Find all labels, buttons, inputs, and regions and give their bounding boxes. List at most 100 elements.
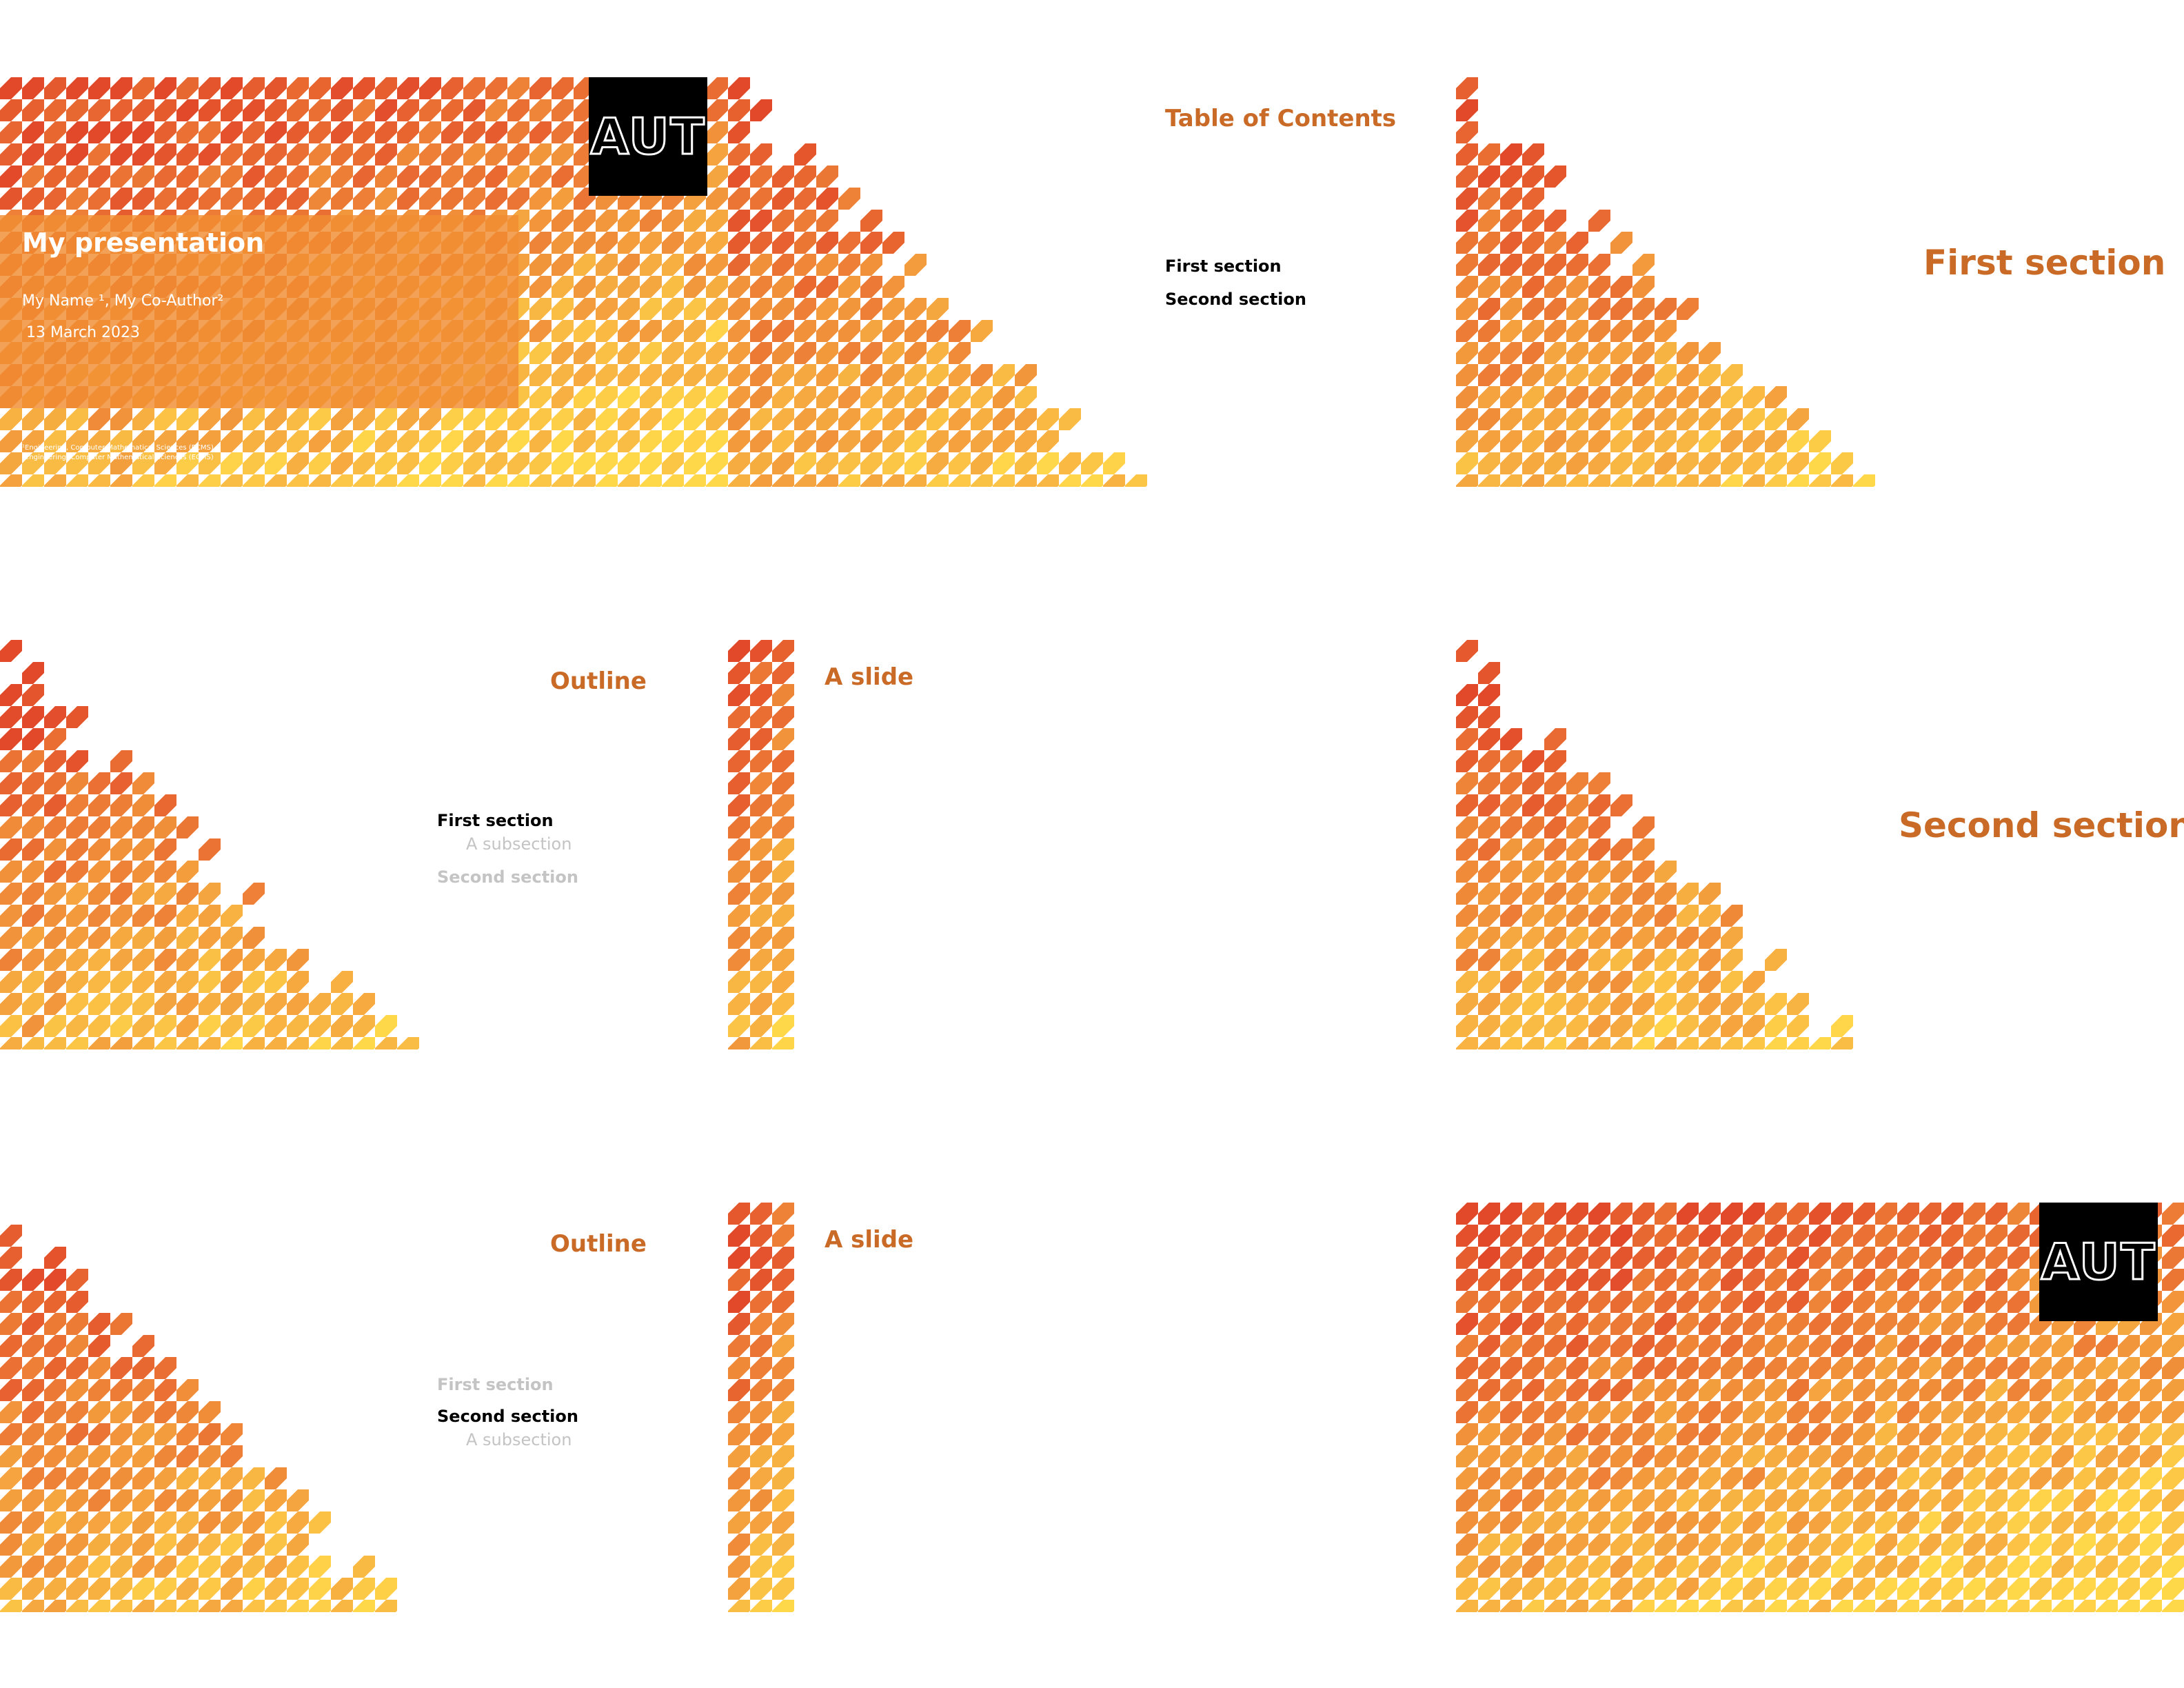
pattern-chevron: [1632, 1445, 1655, 1467]
pattern-chevron: [2074, 1445, 2096, 1467]
pattern-chevron: [199, 1600, 221, 1612]
pattern-chevron: [1500, 905, 1522, 927]
pattern-chevron: [1566, 1556, 1588, 1578]
pattern-chevron: [2030, 1467, 2052, 1489]
pattern-chevron: [1655, 1291, 1677, 1313]
pattern-chevron: [1566, 320, 1588, 342]
pattern-chevron: [0, 408, 22, 430]
pattern-chevron: [1500, 1401, 1522, 1423]
pattern-chevron: [2140, 1556, 2162, 1578]
pattern-chevron: [1588, 1489, 1610, 1511]
pattern-chevron: [1588, 1423, 1610, 1445]
pattern-chevron: [728, 430, 750, 452]
pattern-chevron: [728, 750, 750, 772]
pattern-chevron: [1677, 1511, 1699, 1534]
pattern-chevron: [1522, 1037, 1544, 1049]
pattern-chevron: [66, 474, 88, 487]
pattern-chevron: [110, 1445, 132, 1467]
pattern-chevron: [2030, 1600, 2052, 1612]
pattern-chevron: [1985, 1578, 2008, 1600]
pattern-chevron: [243, 949, 265, 971]
outline-item-first-section[interactable]: First section: [437, 1375, 554, 1394]
pattern-chevron: [1875, 1335, 1897, 1357]
pattern-chevron: [1897, 1534, 1919, 1556]
affiliation-1: ¹Engineering, Computer Mathematical Scie…: [22, 444, 214, 452]
outline-subitem[interactable]: A subsection: [466, 1430, 572, 1449]
pattern-chevron: [2162, 1225, 2184, 1247]
outline-item-second-section[interactable]: Second section: [437, 867, 578, 887]
pattern-chevron: [750, 1225, 772, 1247]
pattern-chevron: [375, 99, 397, 121]
pattern-chevron: [772, 1291, 794, 1313]
outline-subitem[interactable]: A subsection: [466, 834, 572, 854]
pattern-chevron: [1478, 1037, 1500, 1049]
outline-item-second-section[interactable]: Second section: [437, 1407, 578, 1426]
pattern-chevron: [1544, 254, 1566, 276]
pattern-chevron: [1456, 728, 1478, 750]
pattern-chevron: [1765, 1578, 1787, 1600]
pattern-chevron: [728, 1379, 750, 1401]
pattern-chevron: [1610, 838, 1632, 861]
pattern-chevron: [110, 971, 132, 993]
pattern-chevron: [1478, 408, 1500, 430]
pattern-chevron: [265, 993, 287, 1015]
toc-item-first-section[interactable]: First section: [1165, 257, 1282, 276]
pattern-chevron: [132, 993, 154, 1015]
pattern-chevron: [860, 298, 882, 320]
pattern-chevron: [1765, 1203, 1787, 1225]
pattern-chevron: [728, 342, 750, 364]
pattern-chevron: [309, 993, 331, 1015]
pattern-chevron: [2008, 1247, 2030, 1269]
pattern-chevron: [2096, 1445, 2118, 1467]
pattern-chevron: [750, 993, 772, 1015]
pattern-chevron: [772, 1445, 794, 1467]
pattern-chevron: [750, 1203, 772, 1225]
pattern-chevron: [529, 143, 552, 165]
pattern-chevron: [706, 298, 728, 320]
pattern-chevron: [44, 165, 66, 188]
pattern-chevron: [419, 408, 441, 430]
pattern-chevron: [1787, 1578, 1809, 1600]
pattern-chevron: [2030, 1556, 2052, 1578]
pattern-chevron: [794, 165, 816, 188]
pattern-chevron: [199, 838, 221, 861]
pattern-chevron: [662, 386, 684, 408]
pattern-chevron: [1875, 1445, 1897, 1467]
pattern-chevron: [221, 1037, 243, 1049]
pattern-chevron: [44, 1037, 66, 1049]
pattern-chevron: [2030, 1511, 2052, 1534]
pattern-chevron: [1765, 474, 1787, 487]
pattern-chevron: [243, 1534, 265, 1556]
pattern-chevron: [772, 342, 794, 364]
pattern-chevron: [1809, 430, 1831, 452]
pattern-chevron: [1544, 1357, 1566, 1379]
pattern-chevron: [1699, 1489, 1721, 1511]
pattern-chevron: [485, 121, 507, 143]
pattern-chevron: [1721, 905, 1743, 927]
pattern-chevron: [772, 408, 794, 430]
pattern-chevron: [1588, 993, 1610, 1015]
pattern-chevron: [110, 1037, 132, 1049]
pattern-chevron: [132, 1015, 154, 1037]
pattern-chevron: [287, 1578, 309, 1600]
pattern-chevron: [2118, 1489, 2140, 1511]
pattern-chevron: [904, 386, 927, 408]
slide-toc: Table of Contents First section Second s…: [728, 77, 1456, 487]
pattern-chevron: [1897, 1335, 1919, 1357]
pattern-chevron: [1566, 1335, 1588, 1357]
toc-item-second-section[interactable]: Second section: [1165, 290, 1306, 309]
pattern-chevron: [1985, 1225, 2008, 1247]
pattern-chevron: [728, 662, 750, 684]
pattern-chevron: [463, 99, 485, 121]
pattern-chevron: [66, 883, 88, 905]
pattern-chevron: [1478, 684, 1500, 706]
pattern-chevron: [1985, 1445, 2008, 1467]
pattern-chevron: [243, 121, 265, 143]
outline-item-first-section[interactable]: First section: [437, 811, 554, 830]
pattern-chevron: [88, 794, 110, 816]
pattern-chevron: [1699, 1313, 1721, 1335]
pattern-chevron: [88, 993, 110, 1015]
pattern-chevron: [1500, 1269, 1522, 1291]
pattern-chevron: [1699, 1534, 1721, 1556]
pattern-chevron: [110, 1015, 132, 1037]
